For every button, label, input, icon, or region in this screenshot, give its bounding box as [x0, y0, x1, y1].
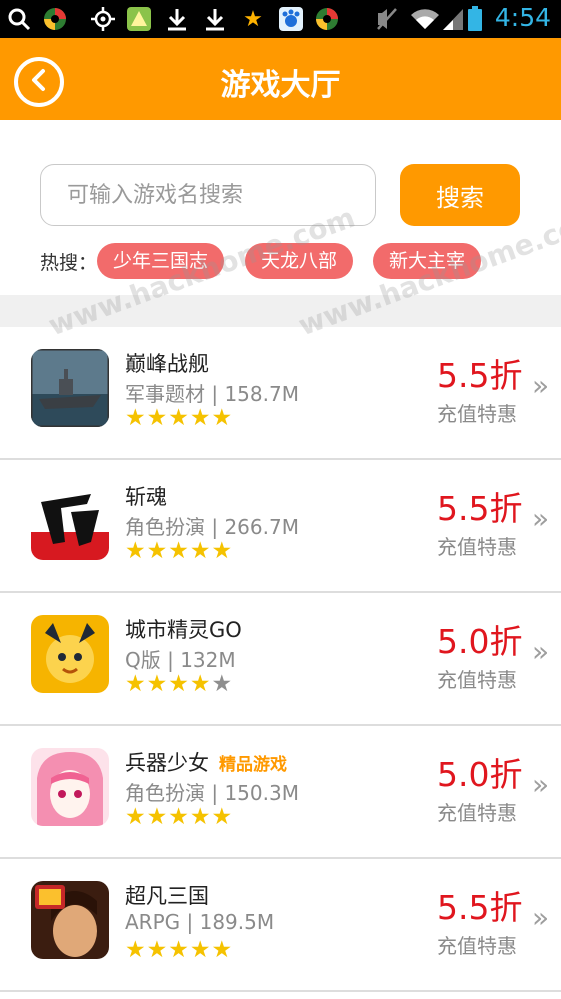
star-icon: ★: [189, 671, 212, 697]
game-row[interactable]: 城市精灵GO Q版 | 132M ★★★★★ 5.0折 充值特惠 »: [0, 593, 561, 726]
search-icon: [6, 6, 32, 32]
rating-stars: ★★★★★: [125, 538, 233, 564]
star-icon: ★: [168, 405, 190, 431]
game-meta: 军事题材 | 158.7M: [125, 382, 299, 406]
star-icon: ★: [125, 538, 147, 564]
discount-label: 5.0折: [437, 755, 523, 794]
chevron-right-icon: »: [532, 369, 550, 402]
app-icon: [126, 6, 152, 32]
game-icon-battleship: [31, 349, 109, 427]
star-icon: ★: [211, 937, 234, 963]
discount-label: 5.5折: [437, 888, 523, 927]
chevron-right-icon: »: [532, 635, 550, 668]
game-meta: ARPG | 189.5M: [125, 910, 275, 934]
hot-search-label: 热搜：: [40, 252, 98, 274]
discount-label: 5.5折: [437, 489, 523, 528]
game-row[interactable]: 超凡三国 ARPG | 189.5M ★★★★★ 5.5折 充值特惠 »: [0, 859, 561, 992]
signal-icon: [440, 6, 466, 32]
search-input[interactable]: [40, 164, 376, 226]
star-icon: ★: [189, 405, 212, 431]
rating-stars: ★★★★★: [125, 804, 233, 830]
hot-tag[interactable]: 天龙八部: [245, 243, 354, 279]
star-icon: ★: [243, 6, 263, 32]
mute-icon: [374, 6, 400, 32]
star-icon: ★: [146, 538, 169, 564]
star-icon: ★: [189, 538, 212, 564]
game-meta: 角色扮演 | 150.3M: [125, 781, 299, 805]
game-name: 斩魂: [125, 485, 167, 509]
star-icon: ★: [125, 804, 147, 830]
rating-stars: ★★★★★: [125, 671, 233, 697]
discount-label: 5.0折: [437, 622, 523, 661]
download-icon: [164, 6, 190, 32]
discount-label: 5.5折: [437, 356, 523, 395]
star-icon: ★: [146, 937, 169, 963]
star-icon: ★: [125, 671, 147, 697]
rating-stars: ★★★★★: [125, 937, 233, 963]
featured-badge: 精品游戏: [219, 755, 287, 775]
rating-stars: ★★★★★: [125, 405, 233, 431]
star-icon: ★: [168, 804, 190, 830]
star-icon: ★: [211, 405, 234, 431]
status-bar: ★ 4:54: [0, 0, 561, 38]
star-icon: ★: [125, 937, 147, 963]
baidu-icon: [278, 6, 304, 32]
search-button[interactable]: 搜索: [400, 164, 520, 226]
game-row[interactable]: 兵器少女 精品游戏 角色扮演 | 150.3M ★★★★★ 5.0折 充值特惠 »: [0, 726, 561, 859]
star-icon: ★: [125, 405, 147, 431]
promo-label: 充值特惠: [437, 535, 517, 559]
game-row[interactable]: 斩魂 角色扮演 | 266.7M ★★★★★ 5.5折 充值特惠 »: [0, 460, 561, 593]
download-icon: [202, 6, 228, 32]
game-meta: Q版 | 132M: [125, 648, 236, 672]
star-icon: ★: [168, 937, 190, 963]
game-name: 兵器少女 精品游戏: [125, 751, 287, 775]
gps-icon: [90, 6, 116, 32]
promo-label: 充值特惠: [437, 934, 517, 958]
star-icon: ★: [189, 937, 212, 963]
section-divider: [0, 295, 561, 327]
star-icon: ★: [211, 804, 234, 830]
game-name: 城市精灵GO: [125, 618, 242, 642]
game-name: 超凡三国: [125, 884, 209, 908]
hot-tag[interactable]: 新大主宰: [373, 243, 482, 279]
game-icon-zhanhun: [31, 482, 109, 560]
hot-tag[interactable]: 少年三国志: [97, 243, 225, 279]
page-title: 游戏大厅: [220, 68, 341, 103]
game-icon-city-spirit: [31, 615, 109, 693]
game-icon-weapon-girl: [31, 748, 109, 826]
star-icon: ★: [211, 538, 234, 564]
app-icon: [42, 6, 68, 32]
chevron-right-icon: »: [532, 768, 550, 801]
star-icon: ★: [146, 405, 169, 431]
wifi-icon: [408, 6, 442, 32]
promo-label: 充值特惠: [437, 668, 517, 692]
clock: 4:54: [494, 3, 551, 32]
star-icon: ★: [168, 538, 190, 564]
app-header: 游戏大厅: [0, 38, 561, 120]
star-icon: ★: [168, 671, 190, 697]
game-row[interactable]: 巅峰战舰 军事题材 | 158.7M ★★★★★ 5.5折 充值特惠 »: [0, 327, 561, 460]
game-meta: 角色扮演 | 266.7M: [125, 515, 299, 539]
chevron-right-icon: »: [532, 502, 550, 535]
battery-icon: [466, 6, 484, 32]
promo-label: 充值特惠: [437, 801, 517, 825]
star-icon: ★: [146, 671, 169, 697]
game-icon-chaofan-sanguo: [31, 881, 109, 959]
promo-label: 充值特惠: [437, 402, 517, 426]
game-name: 巅峰战舰: [125, 352, 209, 376]
star-icon: ★: [189, 804, 212, 830]
app-icon: [314, 6, 340, 32]
star-icon: ★: [211, 671, 234, 697]
star-icon: ★: [146, 804, 169, 830]
game-list: 巅峰战舰 军事题材 | 158.7M ★★★★★ 5.5折 充值特惠 » 斩魂 …: [0, 327, 561, 992]
chevron-right-icon: »: [532, 901, 550, 934]
